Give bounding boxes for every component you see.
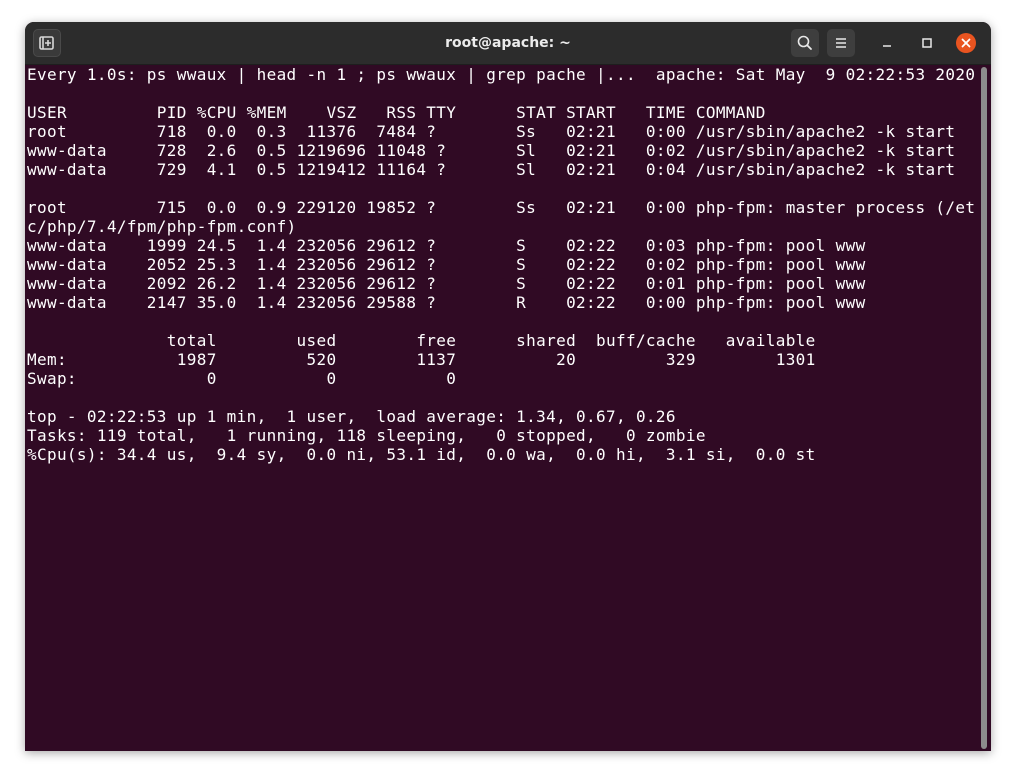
scrollbar[interactable]	[981, 67, 987, 749]
terminal-line: www-data 2052 25.3 1.4 232056 29612 ? S …	[27, 255, 866, 274]
title-bar[interactable]: root@apache: ~	[25, 22, 991, 65]
terminal-output[interactable]: Every 1.0s: ps wwaux | head -n 1 ; ps ww…	[25, 65, 979, 751]
close-button[interactable]	[956, 33, 976, 53]
terminal-line: www-data 2147 35.0 1.4 232056 29588 ? R …	[27, 293, 866, 312]
terminal-line: total used free shared buff/cache availa…	[27, 331, 816, 350]
terminal-line: www-data 728 2.6 0.5 1219696 11048 ? Sl …	[27, 141, 956, 160]
terminal-line: Every 1.0s: ps wwaux | head -n 1 ; ps ww…	[27, 65, 976, 84]
terminal-line: www-data 1999 24.5 1.4 232056 29612 ? S …	[27, 236, 866, 255]
maximize-button[interactable]	[917, 33, 937, 53]
terminal-line: c/php/7.4/fpm/php-fpm.conf)	[27, 217, 297, 236]
terminal-line: root 715 0.0 0.9 229120 19852 ? Ss 02:21…	[27, 198, 976, 217]
minimize-button[interactable]	[877, 33, 897, 53]
terminal-line: %Cpu(s): 34.4 us, 9.4 sy, 0.0 ni, 53.1 i…	[27, 445, 816, 464]
search-button[interactable]	[791, 29, 819, 57]
terminal-line: www-data 2092 26.2 1.4 232056 29612 ? S …	[27, 274, 866, 293]
terminal-line: Mem: 1987 520 1137 20 329 1301	[27, 350, 816, 369]
maximize-icon	[922, 38, 932, 48]
terminal-line: USER PID %CPU %MEM VSZ RSS TTY STAT STAR…	[27, 103, 766, 122]
menu-button[interactable]	[827, 29, 855, 57]
terminal-line: Swap: 0 0 0	[27, 369, 457, 388]
close-icon	[961, 38, 971, 48]
terminal-line: top - 02:22:53 up 1 min, 1 user, load av…	[27, 407, 676, 426]
terminal-line: Tasks: 119 total, 1 running, 118 sleepin…	[27, 426, 706, 445]
terminal-window: root@apache: ~ Every 1.0s: ps wwaux | he…	[25, 22, 991, 751]
search-icon	[797, 35, 812, 50]
terminal-line: www-data 729 4.1 0.5 1219412 11164 ? Sl …	[27, 160, 956, 179]
terminal-line: root 718 0.0 0.3 11376 7484 ? Ss 02:21 0…	[27, 122, 956, 141]
hamburger-menu-icon	[836, 38, 846, 48]
minimize-icon	[883, 45, 891, 47]
